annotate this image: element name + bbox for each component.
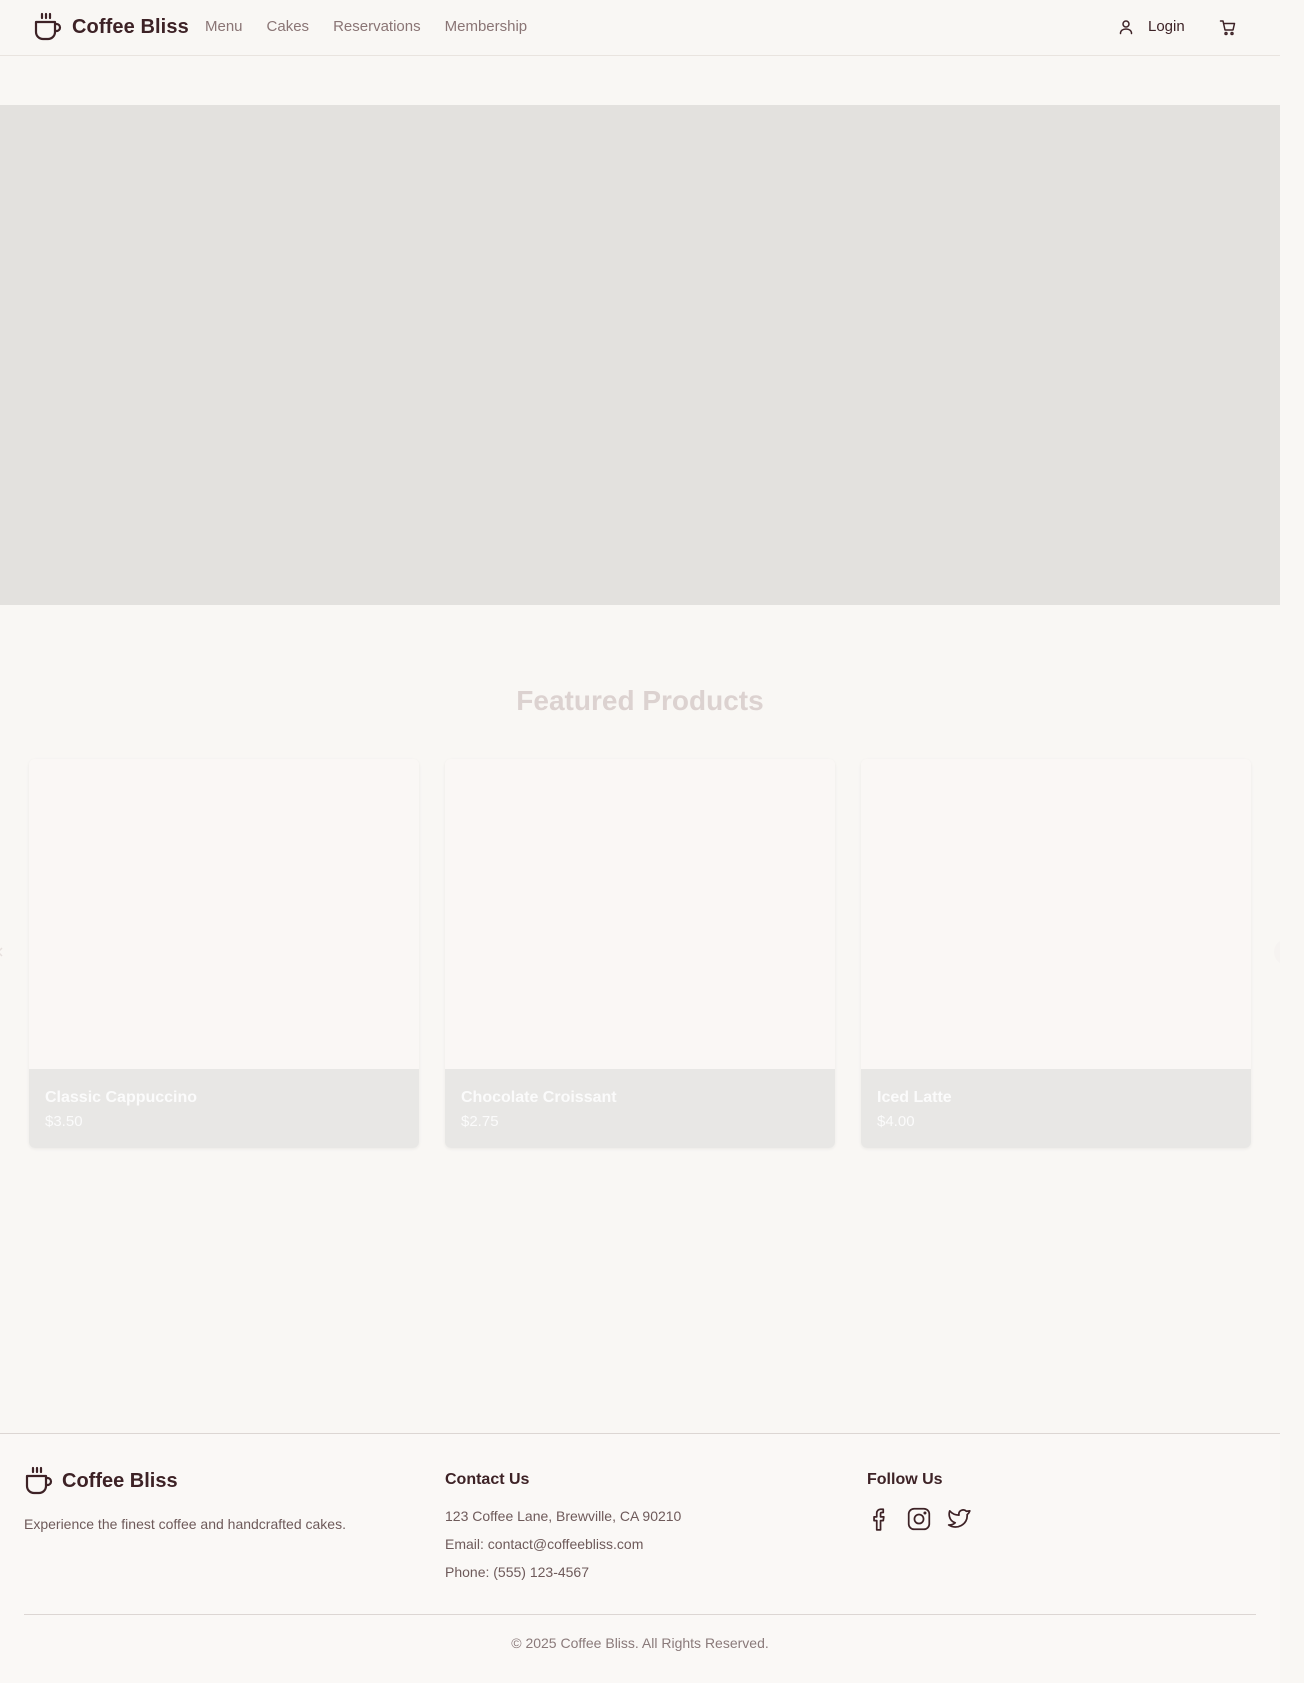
product-name: Iced Latte	[877, 1089, 952, 1106]
page: Coffee Bliss Menu Cakes Reservations Mem…	[0, 0, 1300, 1683]
login-label: Login	[1148, 18, 1185, 35]
product-card[interactable]: Classic Cappuccino $3.50	[29, 759, 419, 1148]
follow-heading: Follow Us	[867, 1471, 943, 1488]
footer-brand-logo[interactable]: Coffee Bliss	[24, 1466, 178, 1496]
site-header: Coffee Bliss Menu Cakes Reservations Mem…	[0, 0, 1280, 56]
twitter-icon[interactable]	[946, 1506, 972, 1532]
copyright-text: © 2025 Coffee Bliss. All Rights Reserved…	[511, 1635, 769, 1651]
nav-membership[interactable]: Membership	[445, 18, 528, 35]
brand-name: Coffee Bliss	[72, 15, 189, 38]
product-name: Classic Cappuccino	[45, 1089, 198, 1106]
product-price: $2.75	[461, 1113, 499, 1130]
featured-products-heading: Featured Products	[516, 685, 764, 716]
product-caption: Iced Latte $4.00	[861, 1069, 1251, 1148]
product-price: $4.00	[877, 1113, 915, 1130]
page-gutter	[1280, 0, 1304, 1683]
hero-image-placeholder	[0, 105, 1280, 605]
footer-brand-name: Coffee Bliss	[62, 1469, 178, 1492]
facebook-icon[interactable]	[867, 1506, 893, 1532]
product-image	[29, 759, 419, 1069]
arrow-left-icon	[0, 947, 3, 957]
site-footer: Coffee Bliss Experience the finest coffe…	[0, 1433, 1280, 1683]
product-caption: Chocolate Croissant $2.75	[445, 1069, 835, 1148]
product-image	[445, 759, 835, 1069]
nav-menu[interactable]: Menu	[205, 18, 243, 35]
user-icon	[1119, 19, 1133, 34]
nav-cakes[interactable]: Cakes	[267, 18, 310, 35]
footer-tagline: Experience the finest coffee and handcra…	[24, 1516, 346, 1532]
shopping-cart-icon[interactable]	[1219, 19, 1237, 37]
footer-divider	[24, 1614, 1256, 1615]
contact-email: Email: contact@coffeebliss.com	[445, 1536, 644, 1552]
product-price: $3.50	[45, 1113, 83, 1130]
login-button[interactable]: Login	[1118, 18, 1185, 35]
nav-reservations[interactable]: Reservations	[333, 18, 421, 35]
product-caption: Classic Cappuccino $3.50	[29, 1069, 419, 1148]
contact-phone: Phone: (555) 123-4567	[445, 1564, 589, 1580]
contact-heading: Contact Us	[445, 1471, 530, 1488]
contact-address: 123 Coffee Lane, Brewville, CA 90210	[445, 1508, 682, 1524]
coffee-cup-icon	[25, 1466, 53, 1495]
brand-logo[interactable]: Coffee Bliss	[33, 12, 189, 42]
product-card[interactable]: Chocolate Croissant $2.75	[445, 759, 835, 1148]
coffee-cup-icon	[34, 12, 62, 41]
product-image	[861, 759, 1251, 1069]
instagram-icon[interactable]	[906, 1506, 932, 1532]
carousel-prev-button[interactable]	[0, 939, 6, 965]
main-nav: Menu Cakes Reservations Membership	[205, 18, 527, 35]
product-card[interactable]: Iced Latte $4.00	[861, 759, 1251, 1148]
product-name: Chocolate Croissant	[461, 1089, 617, 1106]
